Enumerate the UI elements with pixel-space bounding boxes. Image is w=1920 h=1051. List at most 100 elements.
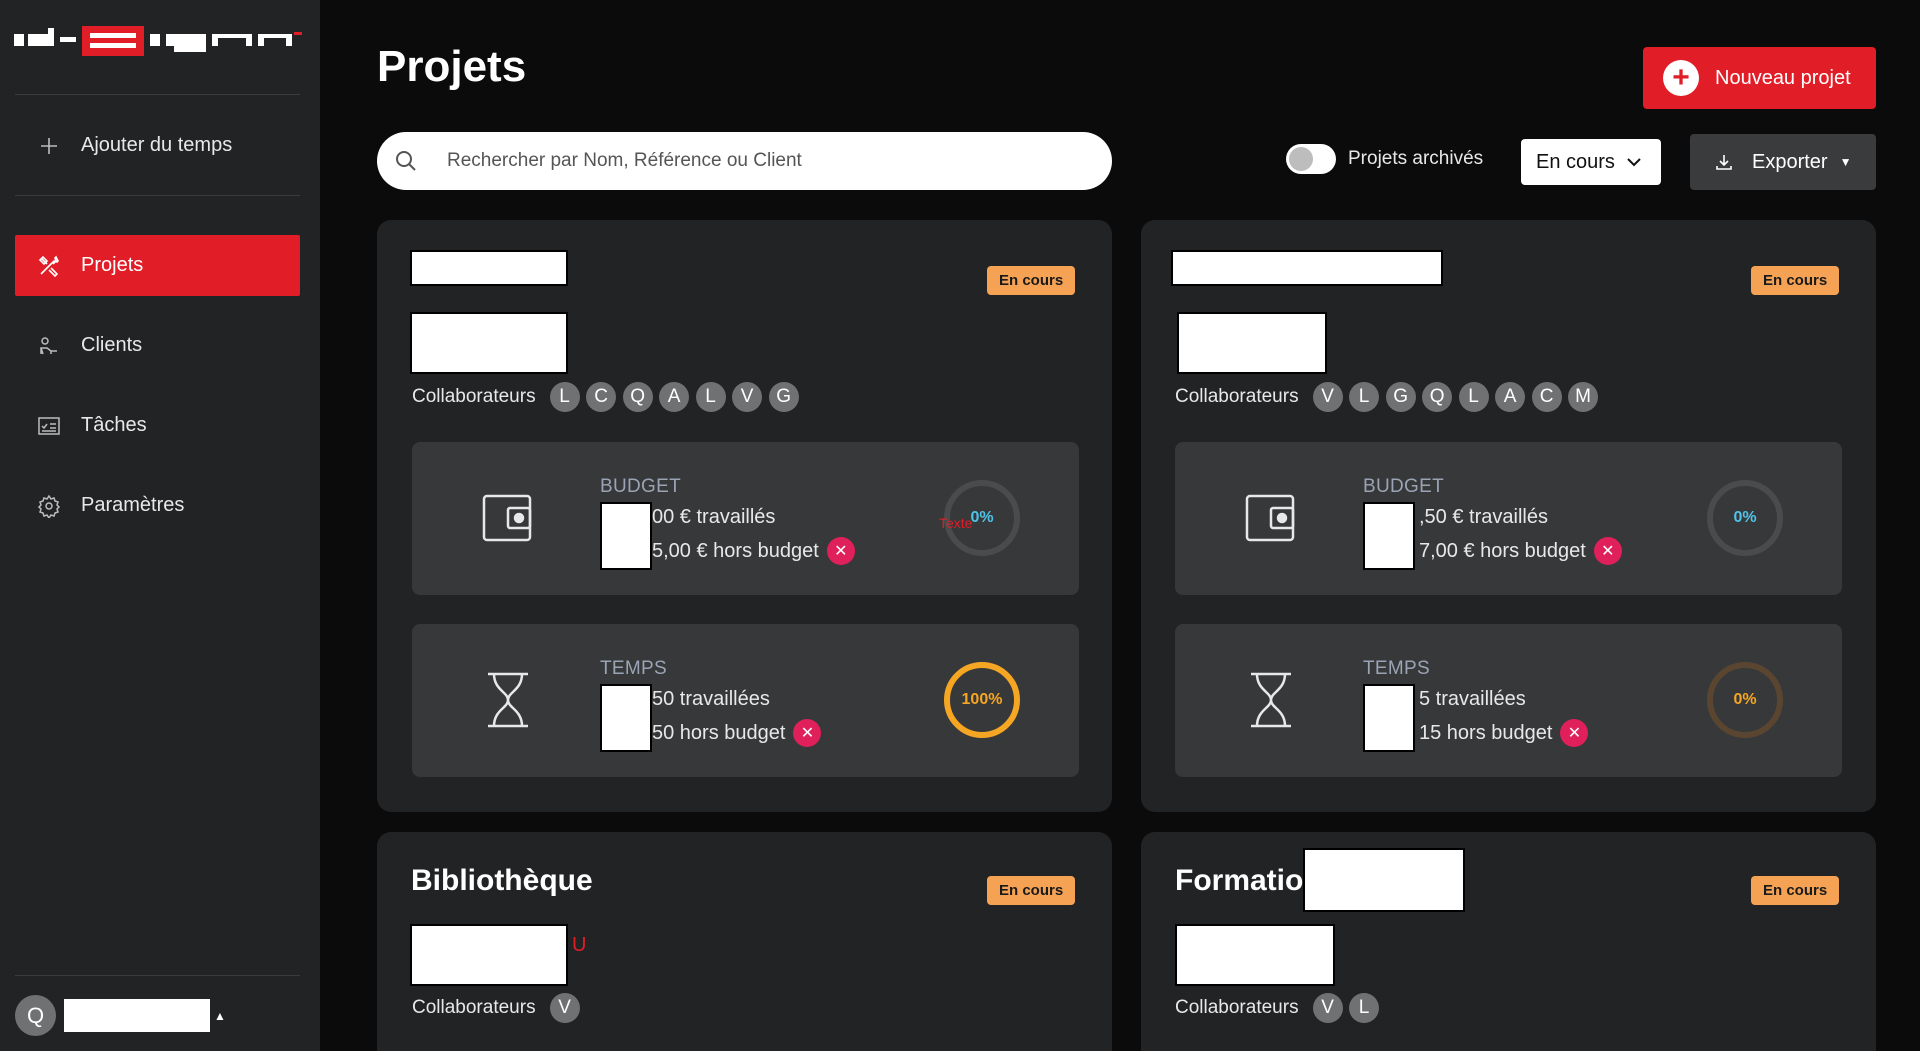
sidebar-item-label: Clients (81, 334, 143, 356)
project-card[interactable]: Bibliothèque En cours U Collaborateurs V (377, 832, 1112, 1051)
status-badge: En cours (1751, 266, 1840, 295)
avatar[interactable]: Q (15, 995, 56, 1036)
collaborator-avatar[interactable]: M (1568, 382, 1599, 412)
time-label: TEMPS (1363, 658, 1430, 679)
project-ref-redacted (410, 312, 568, 374)
overlay-text: Texte (939, 515, 973, 531)
client-icon (37, 334, 61, 358)
search-input[interactable] (447, 150, 1067, 172)
status-badge: En cours (1751, 876, 1840, 905)
collaborator-avatar[interactable]: C (1531, 382, 1562, 412)
budget-worked: ,50 € travaillés (1419, 506, 1548, 528)
budget-over: 5,00 € hors budget ✕ (652, 537, 855, 565)
sidebar-item-clients[interactable]: Clients (15, 315, 300, 376)
idsign-logo[interactable] (14, 24, 302, 58)
caret-up-icon[interactable]: ▲ (214, 1009, 226, 1023)
status-select-value: En cours (1536, 150, 1615, 173)
sidebar-item-projets[interactable]: Projets (15, 235, 300, 296)
time-panel: TEMPS 50 travaillées 50 hors budget ✕ 10… (412, 624, 1079, 777)
project-card[interactable]: En cours Collaborateurs V L G Q L A C M … (1141, 220, 1876, 812)
time-over: 50 hors budget ✕ (652, 719, 822, 747)
collaborator-avatar[interactable]: L (1349, 993, 1380, 1023)
collaborator-avatar[interactable]: A (659, 382, 690, 412)
project-name-redacted (410, 250, 568, 286)
status-badge: En cours (987, 876, 1076, 905)
sidebar-divider (15, 975, 300, 976)
budget-label: BUDGET (600, 476, 681, 497)
user-name-redacted (64, 999, 210, 1032)
collaborator-avatar[interactable]: L (1349, 382, 1380, 412)
hourglass-icon (488, 672, 528, 728)
gear-icon (37, 494, 61, 518)
collaborator-avatar[interactable]: V (732, 382, 763, 412)
collaborator-avatar[interactable]: L (1458, 382, 1489, 412)
new-project-button[interactable]: + Nouveau projet (1643, 47, 1876, 109)
time-percent: 100% (961, 691, 1003, 708)
plus-icon (37, 134, 61, 158)
budget-worked: 00 € travaillés (652, 506, 776, 528)
time-over-text: 15 hors budget (1419, 721, 1553, 744)
close-circle-icon: ✕ (1560, 719, 1589, 747)
project-ref-redacted (410, 924, 568, 986)
time-over: 15 hors budget ✕ (1419, 719, 1589, 747)
sidebar-divider (15, 195, 300, 196)
project-card[interactable]: Formatio En cours Collaborateurs V L (1141, 832, 1876, 1051)
sidebar-item-label: Tâches (81, 414, 147, 436)
collaborators-label: Collaborateurs (412, 997, 536, 1018)
collaborator-avatar[interactable]: V (549, 993, 580, 1023)
collaborator-avatar[interactable]: C (586, 382, 617, 412)
collaborator-avatar[interactable]: Q (1422, 382, 1453, 412)
collaborator-avatar[interactable]: G (768, 382, 799, 412)
time-label: TEMPS (600, 658, 667, 679)
export-button[interactable]: Exporter ▼ (1690, 134, 1876, 190)
budget-label: BUDGET (1363, 476, 1444, 497)
project-ref-redacted (1177, 312, 1327, 374)
collaborators-label: Collaborateurs (1175, 386, 1299, 407)
hourglass-icon (1251, 672, 1291, 728)
project-ref-redacted (1175, 924, 1335, 986)
collaborators-row: Collaborateurs V (412, 993, 586, 1023)
project-title: Bibliothèque (411, 864, 593, 897)
time-amount-redacted (1363, 684, 1415, 752)
collaborator-avatar[interactable]: L (695, 382, 726, 412)
collaborator-avatar[interactable]: V (1312, 993, 1343, 1023)
search-bar[interactable] (377, 132, 1112, 190)
budget-panel: BUDGET ,50 € travaillés 7,00 € hors budg… (1175, 442, 1842, 595)
archived-toggle[interactable] (1286, 144, 1336, 174)
collaborators-label: Collaborateurs (1175, 997, 1299, 1018)
time-panel: TEMPS 5 travaillées 15 hors budget ✕ 0% (1175, 624, 1842, 777)
budget-panel: BUDGET 00 € travaillés 5,00 € hors budge… (412, 442, 1079, 595)
collaborator-avatar[interactable]: G (1385, 382, 1416, 412)
collaborator-avatar[interactable]: A (1495, 382, 1526, 412)
collaborator-avatar[interactable]: Q (622, 382, 653, 412)
budget-percent: 0% (1733, 509, 1757, 526)
sidebar-item-taches[interactable]: Tâches (15, 395, 300, 456)
project-card[interactable]: En cours Collaborateurs L C Q A L V G BU… (377, 220, 1112, 812)
wallet-icon (482, 494, 532, 542)
project-name-redacted (1171, 250, 1443, 286)
search-icon (396, 151, 416, 171)
download-icon (1716, 155, 1732, 170)
collaborators-row: Collaborateurs V L (1175, 993, 1386, 1023)
collaborators-label: Collaborateurs (412, 386, 536, 407)
time-worked: 50 travaillées (652, 688, 770, 710)
collaborator-avatar[interactable]: V (1312, 382, 1343, 412)
budget-over: 7,00 € hors budget ✕ (1419, 537, 1622, 565)
add-time-button[interactable]: Ajouter du temps (15, 115, 300, 176)
plus-circle-icon: + (1663, 60, 1699, 96)
status-select[interactable]: En cours (1521, 139, 1661, 185)
red-marker: U (572, 934, 587, 956)
archived-toggle-group: Projets archivés (1286, 144, 1483, 174)
budget-over-text: 7,00 € hors budget (1419, 539, 1586, 562)
user-menu[interactable]: Q ▲ (15, 995, 226, 1036)
new-project-label: Nouveau projet (1715, 66, 1851, 89)
sidebar-item-parametres[interactable]: Paramètres (15, 475, 300, 536)
collaborator-avatar[interactable]: L (549, 382, 580, 412)
time-over-text: 50 hors budget (652, 721, 786, 744)
project-title: Formatio (1175, 864, 1304, 897)
status-badge: En cours (987, 266, 1076, 295)
collaborators-row: Collaborateurs V L G Q L A C M (1175, 382, 1605, 412)
sidebar-item-label: Projets (81, 254, 144, 276)
close-circle-icon: ✕ (1593, 537, 1622, 565)
caret-down-icon: ▼ (1839, 155, 1852, 169)
